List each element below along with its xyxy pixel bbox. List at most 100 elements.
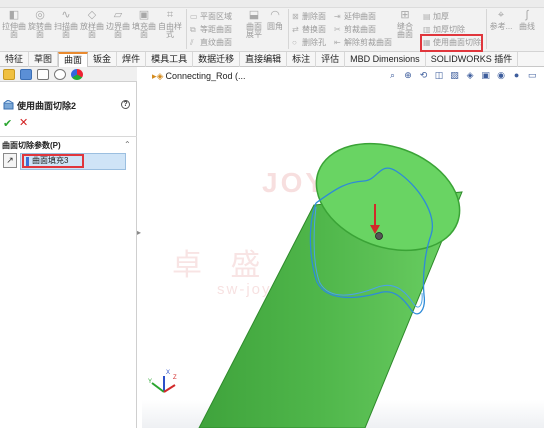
dimxpert-manager-tab[interactable] <box>54 69 66 80</box>
property-manager: 使用曲面切除2 ? ✔ ✕ 曲面切除参数(P) ⌃ ↗ 曲面填充3 <box>0 67 137 428</box>
tab-data-migration[interactable]: 数据迁移 <box>193 52 241 67</box>
tab-features[interactable]: 特征 <box>0 52 30 67</box>
extrude-surface-icon: ◧ <box>8 9 20 21</box>
extend-surface-button[interactable]: ⇥ 延伸曲面 <box>334 11 376 23</box>
previous-view-icon[interactable]: ⟲ <box>418 70 429 81</box>
loft-surface-icon: ◇ <box>87 9 97 21</box>
property-manager-tab[interactable] <box>20 69 32 80</box>
curves-icon: ∫ <box>525 9 529 21</box>
thicken-button[interactable]: ▤ 加厚 <box>423 11 449 23</box>
reverse-direction-button[interactable]: ↗ <box>3 153 17 168</box>
graphics-area[interactable]: JOYSUN 卓 盛 信 息 sw-joysun.com Y Z <box>142 67 544 428</box>
section-view-icon[interactable]: ◫ <box>434 70 445 81</box>
ruled-surface-icon: ⫽ <box>190 38 194 47</box>
tab-sheet-metal[interactable]: 钣金 <box>88 52 118 67</box>
loft-surface-button[interactable]: ◇ 放样曲面 <box>80 9 104 39</box>
fill-surface-button[interactable]: ▣ 填充曲面 <box>132 9 156 39</box>
tab-sketch[interactable]: 草图 <box>29 52 59 67</box>
heads-up-view-toolbar: ⌕ ⊕ ⟲ ◫ ▨ ◈ ▣ ◉ ● ▭ ▾ <box>387 70 544 82</box>
display-manager-tab[interactable] <box>71 69 83 80</box>
offset-surface-button[interactable]: ⧉ 等距曲面 <box>190 24 232 36</box>
offset-surface-icon: ⧉ <box>190 25 196 34</box>
delete-hole-icon: ○ <box>292 38 297 47</box>
fillet-button[interactable]: ◠ 圆角 <box>267 9 283 31</box>
thicken-icon: ▤ <box>423 12 431 21</box>
reference-geometry-button[interactable]: ⌖ 参考... <box>488 9 514 31</box>
collapse-caret-icon[interactable]: ⌃ <box>124 140 131 149</box>
flatten-surface-icon: ⬓ <box>248 9 260 21</box>
command-ribbon: ◧ 拉伸曲面 ◎ 旋转曲面 ∿ 扫描曲面 ◇ 放样曲面 ▱ 边界曲面 ▣ 填充曲… <box>0 0 544 52</box>
fill-surface-icon: ▣ <box>138 9 150 21</box>
property-manager-header: 使用曲面切除2 <box>3 99 133 111</box>
command-tabs: 特征 草图 曲面 钣金 焊件 模具工具 数据迁移 直接编辑 标注 评估 MBD … <box>0 52 544 67</box>
coordinate-triad: Y Z X <box>148 370 177 393</box>
boundary-surface-button[interactable]: ▱ 边界曲面 <box>106 9 130 39</box>
help-icon[interactable]: ? <box>121 100 130 109</box>
page-title: 使用曲面切除2 <box>17 101 77 111</box>
trim-surface-icon: ✂ <box>334 25 341 34</box>
cut-with-surface-icon <box>3 100 14 110</box>
part-icon: ▸◈ <box>152 71 164 81</box>
configuration-manager-tab[interactable] <box>37 69 49 80</box>
appearance-icon[interactable]: ● <box>511 70 522 81</box>
hide-show-icon[interactable]: ◉ <box>496 70 507 81</box>
display-style-icon[interactable]: ▣ <box>480 70 491 81</box>
tab-evaluate[interactable]: 评估 <box>316 52 346 67</box>
fillet-icon: ◠ <box>270 9 280 21</box>
boundary-surface-icon: ▱ <box>113 9 123 21</box>
zoom-fit-icon[interactable]: ⌕ <box>387 70 398 81</box>
model-scene: Y Z X <box>148 142 463 428</box>
planar-surface-button[interactable]: ▭ 平面区域 <box>190 11 232 23</box>
freeform-icon: ⌗ <box>166 9 174 21</box>
delete-face-icon: ⊠ <box>292 12 299 21</box>
view-orientation-icon[interactable]: ◈ <box>465 70 476 81</box>
svg-text:X: X <box>166 370 170 376</box>
quick-access-strip <box>0 0 544 8</box>
replace-face-button[interactable]: ⇄ 替换面 <box>292 24 326 36</box>
scene-icon[interactable]: ▭ <box>527 70 538 81</box>
surface-cut-parameters-heading: 曲面切除参数(P) <box>2 141 61 150</box>
svg-text:Y: Y <box>148 379 152 385</box>
sweep-surface-button[interactable]: ∿ 扫描曲面 <box>54 9 78 39</box>
untrim-surface-button[interactable]: ⇤ 解除剪裁曲面 <box>334 37 392 49</box>
ribbon-separator <box>288 9 289 49</box>
delete-face-button[interactable]: ⊠ 删除面 <box>292 11 326 23</box>
surface-origin-point <box>375 232 383 240</box>
tab-mbd-dimensions[interactable]: MBD Dimensions <box>345 52 426 67</box>
tab-markup[interactable]: 标注 <box>287 52 317 67</box>
extend-surface-icon: ⇥ <box>334 12 341 21</box>
delete-hole-button[interactable]: ○ 删除孔 <box>292 37 326 49</box>
flatten-surface-button[interactable]: ⬓ 曲面展平 <box>243 9 265 39</box>
freeform-button[interactable]: ⌗ 自由样式 <box>158 9 182 39</box>
replace-face-icon: ⇄ <box>292 25 299 34</box>
cut-with-surface-highlight <box>420 34 483 52</box>
revolve-surface-button[interactable]: ◎ 旋转曲面 <box>28 9 52 39</box>
tab-mold-tools[interactable]: 模具工具 <box>146 52 194 67</box>
dynamic-annotation-icon[interactable]: ▨ <box>449 70 460 81</box>
tab-weldments[interactable]: 焊件 <box>117 52 147 67</box>
selected-surface-item[interactable]: 曲面填充3 <box>22 154 84 168</box>
tab-solidworks-addins[interactable]: SOLIDWORKS 插件 <box>426 52 519 67</box>
divider <box>0 136 137 137</box>
untrim-surface-icon: ⇤ <box>334 38 341 47</box>
feature-tree-flyout[interactable]: ▸◈ Connecting_Rod (... <box>152 71 246 82</box>
tab-surfaces[interactable]: 曲面 <box>58 52 89 67</box>
revolve-surface-icon: ◎ <box>35 9 45 21</box>
extrude-surface-button[interactable]: ◧ 拉伸曲面 <box>2 9 26 39</box>
feature-manager-tab[interactable] <box>3 69 15 80</box>
knit-surface-button[interactable]: ⊞ 缝合曲面 <box>394 9 416 39</box>
zoom-area-icon[interactable]: ⊕ <box>403 70 414 81</box>
ruled-surface-button[interactable]: ⫽ 直纹曲面 <box>190 37 232 49</box>
reference-geometry-icon: ⌖ <box>497 9 505 21</box>
ok-button[interactable]: ✔ <box>3 117 12 130</box>
curves-button[interactable]: ∫ 曲线 <box>514 9 540 31</box>
tab-direct-editing[interactable]: 直接编辑 <box>240 52 288 67</box>
cancel-button[interactable]: ✕ <box>19 116 28 129</box>
trim-surface-button[interactable]: ✂ 剪裁曲面 <box>334 24 376 36</box>
manager-tabs <box>0 67 137 82</box>
svg-text:Z: Z <box>173 375 177 381</box>
ribbon-separator <box>186 9 187 49</box>
sweep-surface-icon: ∿ <box>61 9 71 21</box>
planar-surface-icon: ▭ <box>190 12 198 21</box>
selection-marker <box>26 157 29 166</box>
